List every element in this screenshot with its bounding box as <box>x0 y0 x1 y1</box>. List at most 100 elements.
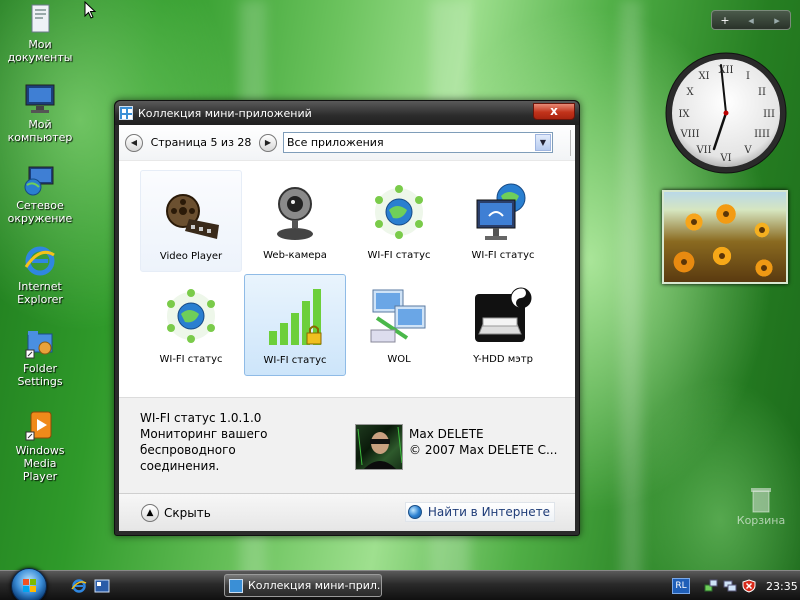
desktop-icon-label: Folder Settings <box>17 362 63 388</box>
desktop-icon-internet-explorer[interactable]: Internet Explorer <box>0 244 80 306</box>
desktop-icon-my-computer[interactable]: Мой компьютер <box>0 82 80 144</box>
add-gadget-button[interactable]: + <box>712 14 738 27</box>
get-more-online-label: Найти в Интернете <box>427 505 550 519</box>
hide-details-label: Скрыть <box>164 505 211 520</box>
gadget-tile-wifi-status-selected[interactable]: WI-FI статус <box>244 274 346 376</box>
desktop-icon-label: Корзина <box>736 514 786 527</box>
next-page-button[interactable]: ▶ <box>259 133 277 152</box>
chevron-up-icon: ▲ <box>141 503 159 522</box>
gadget-tile-label: WOL <box>387 354 411 365</box>
wallpaper-streak <box>620 0 642 600</box>
svg-text:V: V <box>743 145 752 156</box>
gadget-tile-y-hdd-meter[interactable]: Y-HDD мэтр <box>452 274 554 376</box>
desktop-icon-network[interactable]: Сетевое окружение <box>0 163 80 225</box>
desktop-icon-label: Explorer <box>17 293 63 306</box>
gadget-tile-label: WI-FI статус <box>471 250 535 261</box>
gallery-app-icon <box>119 106 133 120</box>
gadget-tile-wifi-status[interactable]: WI-FI статус <box>348 170 450 272</box>
globe-icon <box>407 505 422 519</box>
desktop-icon-label: Мои <box>28 38 52 51</box>
monitor-wifi-icon <box>471 180 535 244</box>
category-dropdown[interactable]: Все приложения ▼ <box>283 132 553 153</box>
hide-details-button[interactable]: ▲ Скрыть <box>141 503 211 522</box>
show-desktop-icon[interactable] <box>94 578 110 594</box>
desktop-icon-label: Player <box>22 470 58 483</box>
desktop-icon-label: Мой <box>28 118 52 131</box>
window-title-bar[interactable]: Коллекция мини-приложений x <box>115 101 579 125</box>
desktop-icon-my-documents[interactable]: Мои документы <box>0 2 80 64</box>
author-copyright: © 2007 Max DELETE C... <box>409 443 558 457</box>
gallery-app-icon <box>229 578 243 593</box>
svg-text:IIII: IIII <box>754 129 770 140</box>
arrow-left-icon: ◀ <box>130 138 138 147</box>
category-value: Все приложения <box>287 136 384 149</box>
desktop-icon-windows-media-player[interactable]: Windows Media Player <box>0 408 80 483</box>
language-indicator[interactable]: RL <box>672 578 690 594</box>
gadget-grid: Video Player Web-камера WI-FI статус WI-… <box>119 161 575 397</box>
taskbar-button-gadget-gallery[interactable]: Коллекция мини-прил... <box>224 574 382 597</box>
media-player-icon <box>23 408 57 442</box>
network-computers-icon <box>367 284 431 348</box>
desktop-icon-label: окружение <box>7 212 73 225</box>
start-button[interactable] <box>11 568 47 600</box>
webcam-icon <box>263 180 327 244</box>
internet-explorer-icon[interactable] <box>71 578 87 594</box>
clock-time[interactable]: 23:35 <box>766 580 798 593</box>
desktop-icon-label: документы <box>7 51 73 64</box>
gadget-tile-label: Y-HDD мэтр <box>473 354 533 365</box>
network-globe-icon <box>23 163 57 197</box>
svg-text:IX: IX <box>678 109 690 120</box>
sidebar-prev-button[interactable]: ◂ <box>738 14 764 27</box>
hdd-yinyang-icon <box>471 284 535 348</box>
network-icon[interactable] <box>723 579 737 593</box>
taskbar-button-label: Коллекция мини-прил... <box>248 579 381 592</box>
gadget-gallery-window: Коллекция мини-приложений x ◀ Страница 5… <box>114 100 580 536</box>
desktop-icon-label: Windows Media <box>15 444 65 470</box>
gadget-tile-label: WI-FI статус <box>159 354 223 365</box>
system-tray: RL 23:35 <box>668 571 800 600</box>
desktop-icon-label: Сетевое <box>16 199 64 212</box>
clock-gadget[interactable]: XIIIII IIIIIIIV VIVIIVIII IXXXI <box>664 51 788 175</box>
toolbar-divider <box>570 130 571 156</box>
svg-text:III: III <box>763 109 775 120</box>
prev-page-button[interactable]: ◀ <box>125 133 143 152</box>
window-body: ◀ Страница 5 из 28 ▶ Все приложения ▼ Vi… <box>119 125 575 531</box>
gadget-tile-wifi-status[interactable]: WI-FI статус <box>140 274 242 376</box>
close-button[interactable]: x <box>533 102 575 120</box>
gadget-description: WI-FI статус 1.0.1.0 Мониторинг вашего б… <box>140 410 310 474</box>
gadget-tile-wol[interactable]: WOL <box>348 274 450 376</box>
globe-network-icon <box>367 180 431 244</box>
get-more-online-button[interactable]: Найти в Интернете <box>404 502 555 522</box>
gadget-tile-label: WI-FI статус <box>367 250 431 261</box>
sidebar-next-button[interactable]: ▸ <box>764 14 790 27</box>
security-alert-icon[interactable] <box>742 579 756 593</box>
gadget-author-info: Max DELETE © 2007 Max DELETE C... <box>409 426 569 458</box>
svg-text:VIII: VIII <box>679 129 699 140</box>
author-name: Max DELETE <box>409 427 484 441</box>
taskbar: Коллекция мини-прил... RL 23:35 <box>0 568 800 600</box>
globe-network-icon <box>159 284 223 348</box>
desktop-icon-folder-settings[interactable]: Folder Settings <box>0 326 80 388</box>
gallery-toolbar: ◀ Страница 5 из 28 ▶ Все приложения ▼ <box>119 125 575 161</box>
gadget-name-version: WI-FI статус 1.0.1.0 <box>140 411 262 425</box>
chevron-down-icon[interactable]: ▼ <box>535 134 551 151</box>
desktop-icon-recycle-bin[interactable]: Корзина <box>735 486 787 527</box>
computer-icon <box>23 82 57 116</box>
gadget-tile-wifi-status[interactable]: WI-FI статус <box>452 170 554 272</box>
window-title: Коллекция мини-приложений <box>138 106 312 120</box>
gadget-description-text: Мониторинг вашего беспроводного соединен… <box>140 427 268 473</box>
slideshow-gadget[interactable] <box>662 190 788 284</box>
gadget-tile-label: Web-камера <box>263 250 327 261</box>
svg-text:XI: XI <box>698 71 709 82</box>
svg-text:X: X <box>686 87 694 98</box>
page-indicator: Страница 5 из 28 <box>150 136 252 149</box>
sidebar-controls: + ◂ ▸ <box>711 10 791 30</box>
gadget-tile-label: WI-FI статус <box>263 355 327 366</box>
author-avatar <box>355 424 403 470</box>
network-icon[interactable] <box>704 579 718 593</box>
recycle-bin-icon <box>751 488 771 513</box>
gadget-details-pane: WI-FI статус 1.0.1.0 Мониторинг вашего б… <box>119 397 575 493</box>
folder-settings-icon <box>23 326 57 360</box>
gadget-tile-video-player[interactable]: Video Player <box>140 170 242 272</box>
gadget-tile-webcam[interactable]: Web-камера <box>244 170 346 272</box>
